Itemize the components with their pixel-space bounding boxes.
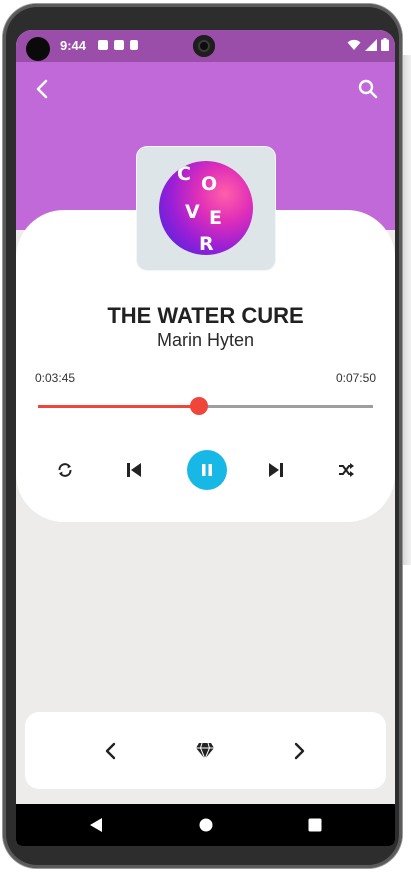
- notification-a-icon: [98, 40, 108, 50]
- cover-letter: O: [201, 173, 218, 195]
- cover-letter: C: [177, 163, 191, 185]
- front-camera: [193, 35, 215, 57]
- seek-thumb[interactable]: [189, 397, 208, 415]
- play-pause-button[interactable]: [187, 450, 227, 490]
- front-camera-left: [26, 37, 50, 61]
- premium-button[interactable]: [191, 737, 219, 765]
- next-page-button[interactable]: [285, 737, 313, 765]
- wifi-icon: [347, 39, 361, 50]
- back-button[interactable]: [30, 76, 56, 102]
- previous-page-button[interactable]: [97, 737, 125, 765]
- nav-recents-button[interactable]: [305, 815, 325, 835]
- skip-previous-icon: [127, 463, 141, 477]
- shuffle-button[interactable]: [326, 450, 366, 490]
- pause-icon: [202, 464, 212, 476]
- song-title: THE WATER CURE: [107, 303, 304, 328]
- phone-frame: 9:44 C O V E R THE WATER CURE Marin Hyte…: [3, 4, 402, 868]
- search-button[interactable]: [355, 76, 381, 102]
- cover-letter: E: [209, 207, 222, 229]
- seek-progress: [38, 405, 199, 408]
- total-time: 0:07:50: [335, 371, 376, 385]
- nav-home-button[interactable]: [196, 815, 216, 835]
- cover-letter: R: [199, 233, 214, 255]
- repeat-button[interactable]: [45, 450, 85, 490]
- album-cover: C O V E R: [137, 147, 275, 270]
- nav-back-button[interactable]: [86, 815, 106, 835]
- playback-controls: [16, 450, 395, 490]
- chevron-left-icon: [105, 742, 116, 760]
- repeat-icon: [58, 463, 72, 477]
- bottom-nav-card: [25, 712, 386, 789]
- search-icon: [358, 79, 378, 99]
- skip-next-icon: [269, 463, 283, 477]
- triangle-back-icon: [90, 818, 102, 832]
- diamond-icon: [196, 742, 214, 760]
- song-artist: Marin Hyten: [156, 330, 255, 350]
- previous-button[interactable]: [114, 450, 154, 490]
- chevron-right-icon: [294, 742, 305, 760]
- notification-b-icon: [114, 40, 124, 50]
- square-recents-icon: [308, 818, 322, 832]
- status-time: 9:44: [60, 38, 87, 53]
- signal-icon: [365, 38, 377, 51]
- cover-letter: V: [185, 201, 200, 223]
- chevron-left-icon: [36, 79, 48, 99]
- next-button[interactable]: [256, 450, 296, 490]
- current-time: 0:03:45: [35, 371, 76, 385]
- screen: 9:44 C O V E R THE WATER CURE Marin Hyte…: [16, 30, 395, 846]
- album-art: C O V E R: [159, 161, 253, 255]
- seek-bar[interactable]: [38, 397, 373, 415]
- battery-icon: [381, 38, 389, 51]
- status-icons: [347, 38, 389, 51]
- sd-card-icon: [130, 40, 138, 50]
- system-nav-bar: [16, 804, 395, 846]
- circle-home-icon: [199, 818, 213, 832]
- window-edge: [403, 55, 411, 565]
- shuffle-icon: [339, 463, 354, 477]
- status-bar: 9:44: [16, 30, 395, 62]
